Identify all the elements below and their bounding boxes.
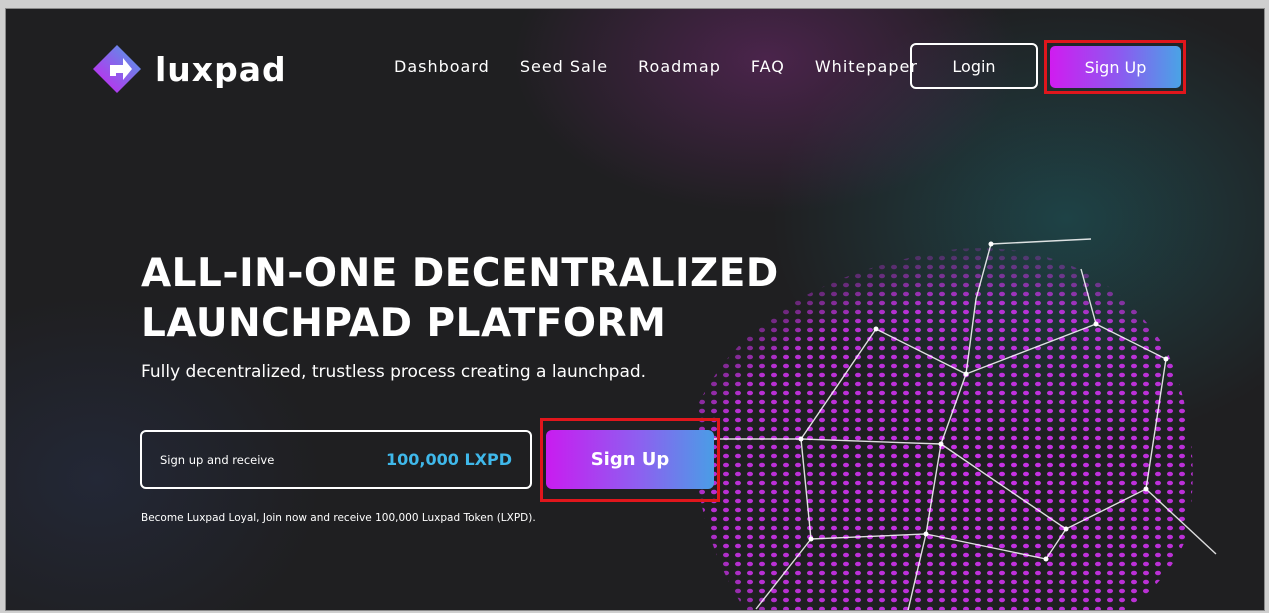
nav-roadmap-link[interactable]: Roadmap [638, 57, 721, 76]
brand-name: luxpad [155, 49, 287, 89]
hero-title: ALL-IN-ONE DECENTRALIZED LAUNCHPAD PLATF… [141, 249, 779, 349]
promo-amount: 100,000 LXPD [386, 450, 512, 469]
hero-subtitle: Fully decentralized, trustless process c… [141, 362, 647, 382]
brand-logo[interactable]: luxpad [91, 43, 287, 95]
login-button[interactable]: Login [910, 43, 1038, 89]
luxpad-logo-icon [93, 45, 141, 93]
nav-whitepaper-link[interactable]: Whitepaper [815, 57, 918, 76]
promo-footnote: Become Luxpad Loyal, Join now and receiv… [141, 512, 536, 524]
nav-seed-sale-link[interactable]: Seed Sale [520, 57, 608, 76]
page-frame: luxpad Dashboard Seed Sale Roadmap FAQ W… [5, 8, 1265, 611]
nav-dashboard-link[interactable]: Dashboard [394, 57, 490, 76]
promo-box: Sign up and receive 100,000 LXPD [140, 430, 532, 489]
promo-label: Sign up and receive [160, 452, 275, 467]
highlight-box-header-sign-up [1044, 40, 1186, 94]
hero-title-line-2: LAUNCHPAD PLATFORM [141, 301, 667, 346]
nav-faq-link[interactable]: FAQ [751, 57, 785, 76]
top-navigation: luxpad Dashboard Seed Sale Roadmap FAQ W… [6, 9, 1264, 124]
hero-title-line-1: ALL-IN-ONE DECENTRALIZED [141, 251, 779, 296]
highlight-box-hero-sign-up [540, 418, 720, 502]
main-menu: Dashboard Seed Sale Roadmap FAQ Whitepap… [394, 57, 918, 76]
